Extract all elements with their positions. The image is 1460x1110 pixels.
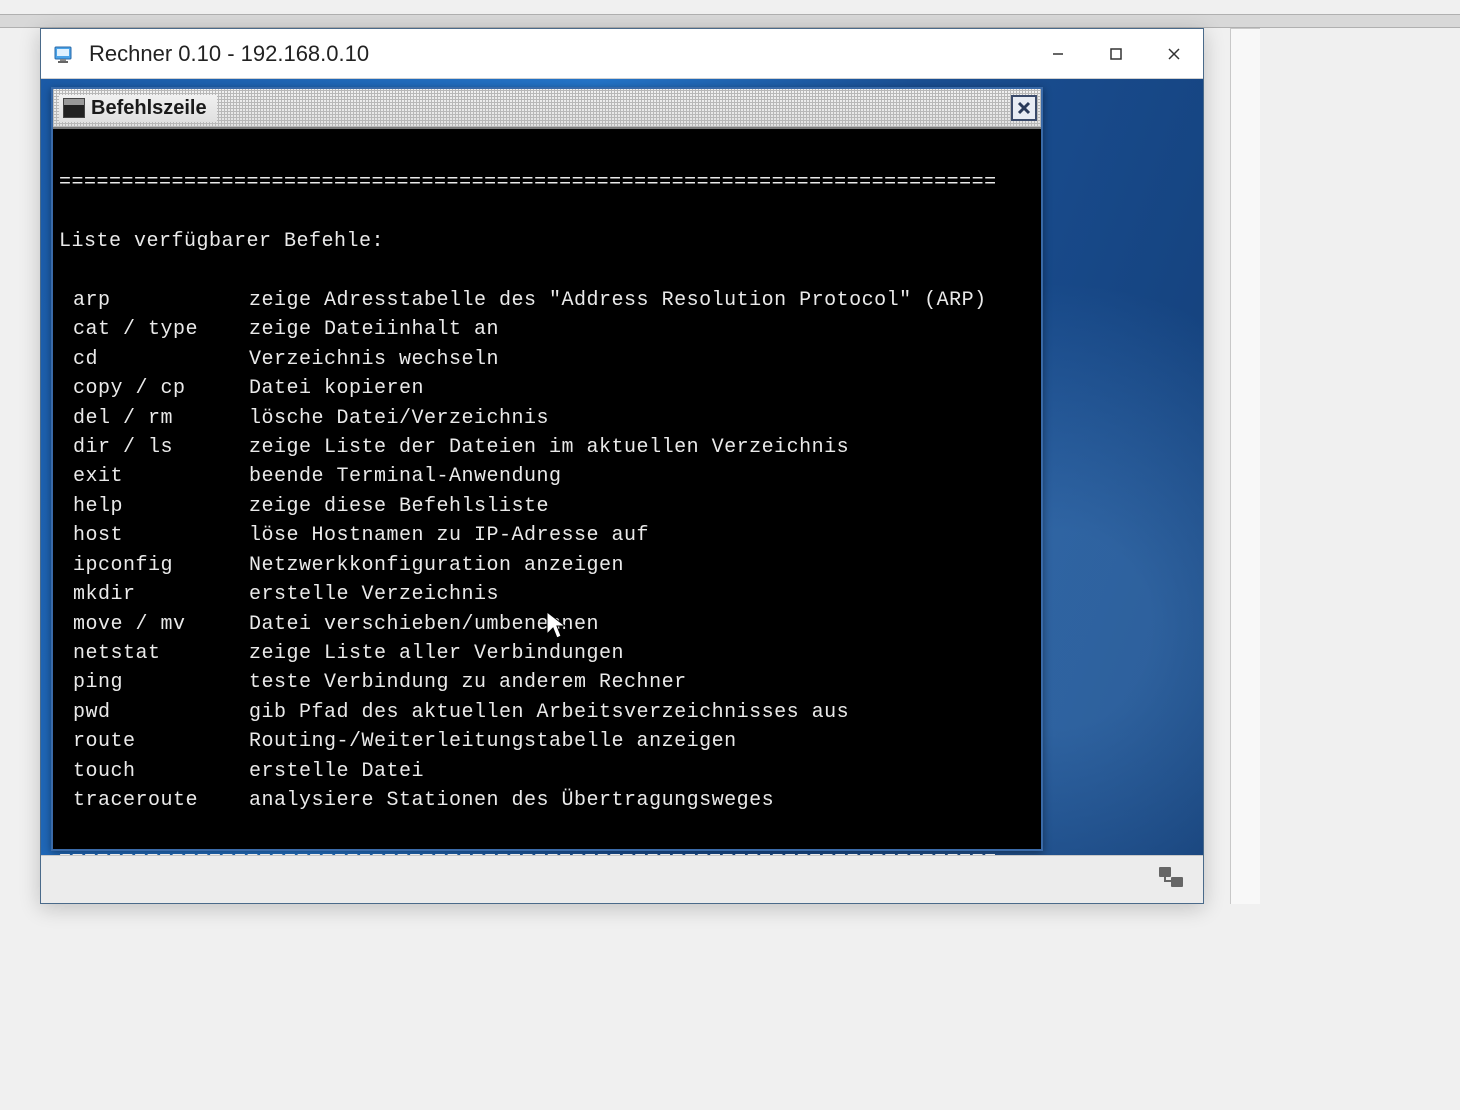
terminal-titlebar[interactable]: Befehlszeile [53,89,1041,129]
command-row: routeRouting-/Weiterleitungstabelle anze… [59,727,1035,756]
command-description: lösche Datei/Verzeichnis [249,404,549,433]
command-description: erstelle Datei [249,757,424,786]
command-description: gib Pfad des aktuellen Arbeitsverzeichni… [249,698,849,727]
command-name: move / mv [59,610,249,639]
window-title: Rechner 0.10 - 192.168.0.10 [89,41,1029,67]
terminal-output[interactable]: ========================================… [53,129,1041,849]
command-name: help [59,492,249,521]
statusbar [41,855,1203,903]
command-name: del / rm [59,404,249,433]
command-name: ping [59,668,249,697]
command-name: netstat [59,639,249,668]
command-row: tracerouteanalysiere Stationen des Übert… [59,786,1035,815]
terminal-close-button[interactable] [1011,95,1037,121]
command-name: pwd [59,698,249,727]
command-row: mkdirerstelle Verzeichnis [59,580,1035,609]
command-description: löse Hostnamen zu IP-Adresse auf [249,521,649,550]
command-description: Routing-/Weiterleitungstabelle anzeigen [249,727,737,756]
command-name: route [59,727,249,756]
command-description: beende Terminal-Anwendung [249,462,562,491]
terminal-icon [63,98,85,118]
minimize-button[interactable] [1029,29,1087,78]
command-row: pingteste Verbindung zu anderem Rechner [59,668,1035,697]
toolbar-hint [0,14,1460,28]
command-row: helpzeige diese Befehlsliste [59,492,1035,521]
command-description: Datei verschieben/umbenennen [249,610,599,639]
command-description: analysiere Stationen des Übertragungsweg… [249,786,774,815]
command-name: host [59,521,249,550]
command-description: zeige Liste der Dateien im aktuellen Ver… [249,433,849,462]
desktop-area: Befehlszeile ===========================… [41,79,1203,903]
command-row: cdVerzeichnis wechseln [59,345,1035,374]
command-list-header: Liste verfügbarer Befehle: [59,227,1035,256]
command-description: Datei kopieren [249,374,424,403]
terminal-title: Befehlszeile [91,97,207,120]
terminal-window: Befehlszeile ===========================… [51,87,1043,851]
main-window: Rechner 0.10 - 192.168.0.10 Befehlszeile [40,28,1204,904]
close-button[interactable] [1145,29,1203,78]
titlebar[interactable]: Rechner 0.10 - 192.168.0.10 [41,29,1203,79]
command-description: zeige Adresstabelle des "Address Resolut… [249,286,987,315]
command-name: ipconfig [59,551,249,580]
adjacent-window-edge [1230,28,1260,904]
divider-line: ========================================… [59,168,1035,197]
command-name: arp [59,286,249,315]
command-row: arpzeige Adresstabelle des "Address Reso… [59,286,1035,315]
command-row: cat / typezeige Dateiinhalt an [59,315,1035,344]
command-row: dir / lszeige Liste der Dateien im aktue… [59,433,1035,462]
command-description: teste Verbindung zu anderem Rechner [249,668,687,697]
command-row: toucherstelle Datei [59,757,1035,786]
command-row: netstatzeige Liste aller Verbindungen [59,639,1035,668]
command-row: ipconfigNetzwerkkonfiguration anzeigen [59,551,1035,580]
command-description: Verzeichnis wechseln [249,345,499,374]
command-description: zeige Liste aller Verbindungen [249,639,624,668]
command-name: cd [59,345,249,374]
command-name: touch [59,757,249,786]
command-description: zeige diese Befehlsliste [249,492,549,521]
command-row: hostlöse Hostnamen zu IP-Adresse auf [59,521,1035,550]
command-description: Netzwerkkonfiguration anzeigen [249,551,624,580]
command-name: traceroute [59,786,249,815]
command-row: exitbeende Terminal-Anwendung [59,462,1035,491]
maximize-button[interactable] [1087,29,1145,78]
command-row: pwdgib Pfad des aktuellen Arbeitsverzeic… [59,698,1035,727]
command-description: erstelle Verzeichnis [249,580,499,609]
command-name: exit [59,462,249,491]
command-name: cat / type [59,315,249,344]
command-description: zeige Dateiinhalt an [249,315,499,344]
command-name: dir / ls [59,433,249,462]
window-controls [1029,29,1203,78]
command-row: copy / cpDatei kopieren [59,374,1035,403]
network-icon[interactable] [1157,865,1185,894]
command-name: mkdir [59,580,249,609]
command-row: del / rmlösche Datei/Verzeichnis [59,404,1035,433]
command-row: move / mvDatei verschieben/umbenennen [59,610,1035,639]
command-name: copy / cp [59,374,249,403]
app-icon [53,43,77,65]
